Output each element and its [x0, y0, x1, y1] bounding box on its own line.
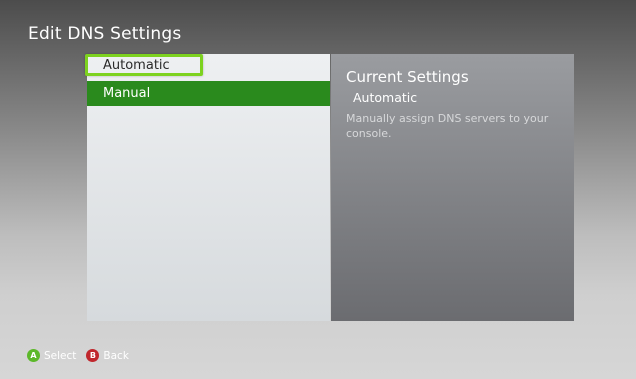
- button-hints: A Select B Back: [27, 349, 129, 362]
- a-button-icon: A: [27, 349, 40, 362]
- info-pane: Current Settings Automatic Manually assi…: [331, 54, 574, 321]
- select-hint[interactable]: Select: [44, 350, 76, 362]
- option-description: Manually assign DNS servers to your cons…: [346, 112, 549, 140]
- option-manual-label: Manual: [103, 86, 151, 101]
- options-list: Automatic Manual: [85, 54, 330, 321]
- option-automatic-label: Automatic: [103, 58, 170, 73]
- current-settings-value: Automatic: [353, 90, 418, 105]
- back-hint[interactable]: Back: [103, 350, 129, 362]
- b-button-icon: B: [86, 349, 100, 362]
- current-settings-title: Current Settings: [346, 68, 469, 86]
- dns-settings-panel: Automatic Manual Current Settings Automa…: [85, 54, 574, 321]
- page-title: Edit DNS Settings: [28, 24, 182, 44]
- option-automatic[interactable]: Automatic: [85, 54, 330, 78]
- option-manual[interactable]: Manual: [87, 81, 330, 106]
